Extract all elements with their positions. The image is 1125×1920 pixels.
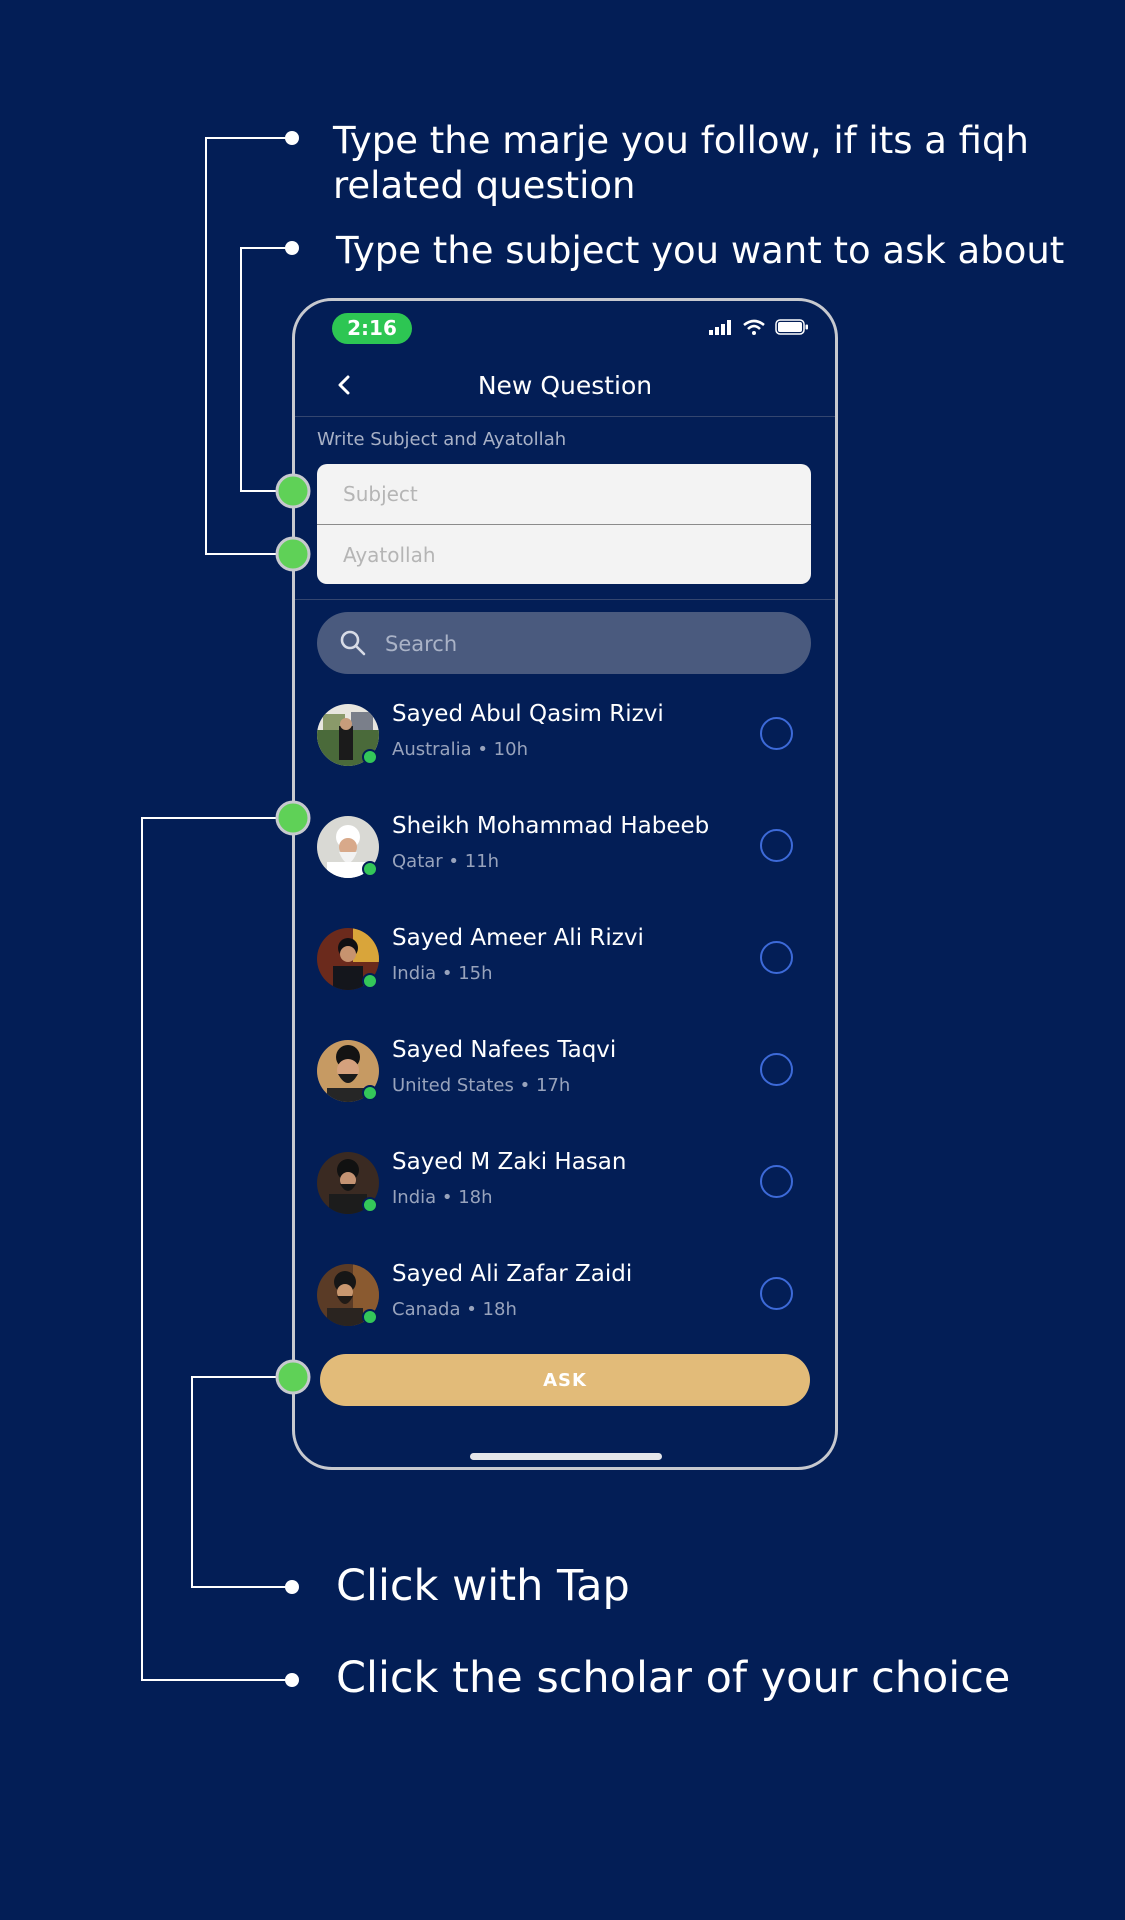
scholar-select-radio[interactable]: [760, 1053, 793, 1086]
search-input[interactable]: [383, 612, 791, 676]
search-bar[interactable]: [317, 612, 811, 676]
scholar-select-radio[interactable]: [760, 717, 793, 750]
tap-callout-text: Click with Tap: [336, 1561, 630, 1611]
scholar-row[interactable]: Sheikh Mohammad Habeeb Qatar • 11h: [317, 813, 811, 925]
avatar: [317, 1152, 379, 1214]
marje-callout-dot: [285, 131, 299, 145]
search-icon: [340, 630, 366, 656]
scholar-row[interactable]: Sayed Nafees Taqvi United States • 17h: [317, 1037, 811, 1149]
scholar-select-radio[interactable]: [760, 1277, 793, 1310]
subject-callout-dot: [285, 241, 299, 255]
scholar-meta: Qatar • 11h: [392, 851, 500, 872]
scholar-select-radio[interactable]: [760, 941, 793, 974]
avatar: [317, 1040, 379, 1102]
scholar-name: Sayed Ameer Ali Rizvi: [392, 925, 644, 951]
subject-connector-line: [240, 247, 292, 492]
battery-icon: [775, 319, 808, 335]
scholar-name: Sheikh Mohammad Habeeb: [392, 813, 710, 839]
scholar-select-radio[interactable]: [760, 829, 793, 862]
ayatollah-input[interactable]: [317, 525, 811, 584]
scholar-meta: United States • 17h: [392, 1075, 571, 1096]
subject-callout-text: Type the subject you want to ask about: [336, 229, 1065, 272]
marje-callout-text: Type the marje you follow, if its a fiqh…: [333, 119, 1029, 208]
subject-input[interactable]: [317, 464, 811, 524]
question-form: [317, 464, 811, 584]
avatar: [317, 816, 379, 878]
avatar: [317, 928, 379, 990]
scholar-meta: Canada • 18h: [392, 1299, 517, 1320]
scholar-row[interactable]: Sayed Ameer Ali Rizvi India • 15h: [317, 925, 811, 1037]
scholar-select-radio[interactable]: [760, 1165, 793, 1198]
page-title: New Question: [477, 371, 653, 400]
phone-screen: 2:16 New Question Write Subject and Ayat…: [292, 298, 838, 1470]
cellular-signal-icon: [709, 320, 731, 335]
avatar: [317, 704, 379, 766]
scholar-meta: Australia • 10h: [392, 739, 528, 760]
online-status-dot: [362, 1085, 378, 1101]
scholar-row[interactable]: Sayed Abul Qasim Rizvi Australia • 10h: [317, 701, 811, 813]
scholar-name: Sayed Abul Qasim Rizvi: [392, 701, 664, 727]
scholar-callout-dot: [285, 1673, 299, 1687]
scholar-meta: India • 18h: [392, 1187, 493, 1208]
home-indicator: [470, 1453, 662, 1460]
avatar: [317, 1264, 379, 1326]
scholar-callout-text: Click the scholar of your choice: [336, 1653, 1011, 1703]
status-icons: [709, 319, 809, 335]
wifi-icon: [743, 319, 765, 335]
status-time: 2:16: [332, 313, 412, 344]
tap-connector-line: [191, 1376, 292, 1588]
scholar-connector-line: [141, 817, 292, 1681]
online-status-dot: [362, 749, 378, 765]
tap-callout-dot: [285, 1580, 299, 1594]
scholar-name: Sayed Nafees Taqvi: [392, 1037, 617, 1063]
nav-divider: [295, 416, 835, 417]
scholar-row[interactable]: Sayed M Zaki Hasan India • 18h: [317, 1149, 811, 1261]
online-status-dot: [362, 1197, 378, 1213]
form-divider: [295, 599, 835, 600]
ask-button[interactable]: ASK: [320, 1354, 810, 1406]
scholar-name: Sayed Ali Zafar Zaidi: [392, 1261, 633, 1287]
form-section-label: Write Subject and Ayatollah: [317, 429, 567, 450]
scholar-meta: India • 15h: [392, 963, 493, 984]
online-status-dot: [362, 861, 378, 877]
scholar-list: Sayed Abul Qasim Rizvi Australia • 10h S…: [317, 701, 811, 1373]
online-status-dot: [362, 1309, 378, 1325]
scholar-name: Sayed M Zaki Hasan: [392, 1149, 627, 1175]
online-status-dot: [362, 973, 378, 989]
